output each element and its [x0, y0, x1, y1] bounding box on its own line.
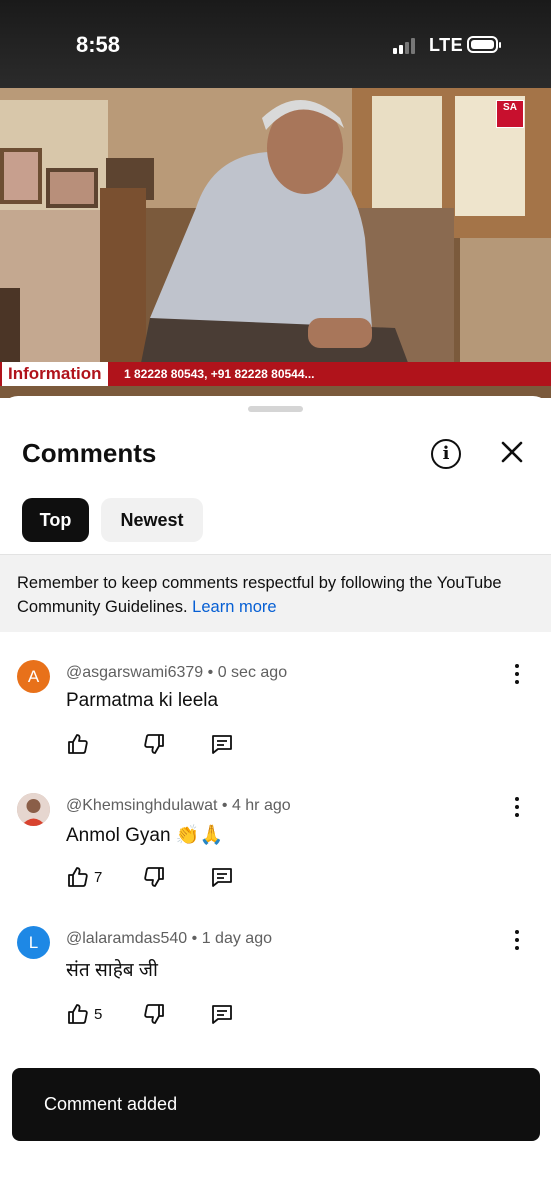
tab-newest[interactable]: Newest [101, 498, 203, 542]
video-player[interactable]: SA Information 1 82228 80543, +91 82228 … [0, 88, 551, 398]
reply-icon [212, 868, 232, 887]
like-button[interactable]: 5 [66, 1002, 110, 1028]
profile-photo-icon [17, 793, 50, 826]
comment-meta: @Khemsinghdulawat • 4 hr ago [66, 797, 291, 814]
dislike-button[interactable] [142, 1002, 166, 1028]
thumbs-down-icon [144, 1004, 164, 1024]
comment-author[interactable]: @asgarswami6379 [66, 664, 203, 681]
toast-text: Comment added [44, 1094, 178, 1114]
reply-button[interactable] [210, 865, 234, 891]
reply-button[interactable] [210, 1002, 234, 1028]
avatar[interactable]: L [17, 926, 50, 959]
status-time: 8:58 [76, 32, 121, 57]
ticker-text: 1 82228 80543, +91 82228 80544... [124, 367, 315, 381]
info-icon[interactable]: i [431, 439, 461, 469]
toast-snackbar: Comment added [12, 1068, 540, 1141]
thumbs-up-icon [68, 734, 88, 754]
comment-actions: 7 [66, 865, 266, 891]
news-ticker: Information 1 82228 80543, +91 82228 805… [0, 362, 551, 386]
dislike-button[interactable] [142, 865, 166, 891]
more-options-icon[interactable] [506, 660, 528, 688]
reply-button[interactable] [210, 732, 234, 758]
more-options-icon[interactable] [506, 793, 528, 821]
sheet-title: Comments [22, 438, 157, 468]
comment-text: Anmol Gyan 👏🙏 [66, 825, 224, 846]
comment-item: A @asgarswami6379 • 0 sec ago Parmatma k… [0, 660, 551, 790]
comment-text: Parmatma ki leela [66, 690, 219, 711]
comment-meta: @lalaramdas540 • 1 day ago [66, 930, 272, 947]
comment-time: 1 day ago [201, 930, 272, 947]
avatar[interactable]: A [17, 660, 50, 693]
like-button[interactable] [66, 732, 90, 758]
status-bar: 8:58 LTE [0, 0, 551, 88]
dislike-button[interactable] [142, 732, 166, 758]
video-frame [0, 88, 551, 398]
avatar[interactable] [17, 793, 50, 826]
thumbs-up-icon [68, 867, 88, 887]
comment-author[interactable]: @lalaramdas540 [66, 930, 187, 947]
close-icon[interactable] [496, 436, 528, 468]
comment-item: @Khemsinghdulawat • 4 hr ago Anmol Gyan … [0, 793, 551, 923]
guidelines-notice: Remember to keep comments respectful by … [0, 554, 551, 632]
drag-handle[interactable] [248, 406, 303, 412]
network-label: LTE [429, 35, 464, 55]
comment-actions [66, 732, 266, 758]
learn-more-link[interactable]: Learn more [192, 598, 276, 616]
signal-icon [393, 38, 421, 54]
battery-icon [467, 36, 501, 53]
comment-author[interactable]: @Khemsinghdulawat [66, 797, 217, 814]
thumbs-up-icon [68, 1004, 88, 1024]
comment-time: 4 hr ago [231, 797, 291, 814]
comment-text: संत साहेब जी [66, 960, 158, 981]
tab-top[interactable]: Top [22, 498, 89, 542]
comment-item: L @lalaramdas540 • 1 day ago संत साहेब ज… [0, 926, 551, 1056]
more-options-icon[interactable] [506, 926, 528, 954]
ticker-label: Information [2, 362, 108, 386]
reply-icon [212, 1005, 232, 1024]
comment-actions: 5 [66, 1002, 266, 1028]
channel-logo: SA [496, 100, 524, 128]
like-button[interactable]: 7 [66, 865, 110, 891]
comment-meta: @asgarswami6379 • 0 sec ago [66, 664, 288, 681]
comment-time: 0 sec ago [217, 664, 288, 681]
like-count: 5 [94, 1006, 103, 1023]
reply-icon [212, 735, 232, 754]
like-count: 7 [94, 869, 103, 886]
thumbs-down-icon [144, 734, 164, 754]
thumbs-down-icon [144, 867, 164, 887]
